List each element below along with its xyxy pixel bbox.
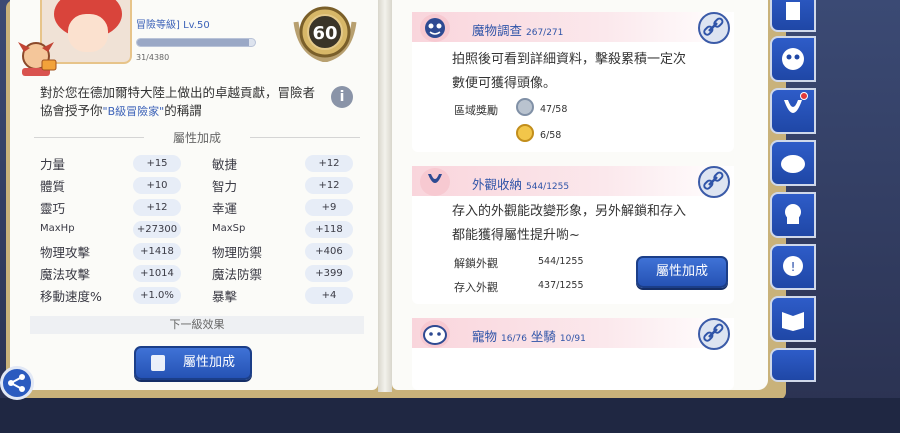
stat-value: +399 bbox=[305, 265, 353, 282]
stat-row: 力量 +15 敏捷 +12 bbox=[32, 152, 362, 174]
book-spine bbox=[378, 0, 392, 392]
pets-mounts-title: 寵物 16/76 坐騎 10/91 bbox=[472, 329, 586, 344]
stat-row: 魔法攻擊 +1014 魔法防禦 +399 bbox=[32, 262, 362, 284]
stat-value: +9 bbox=[305, 199, 353, 216]
rank-name: "B級冒險家" bbox=[102, 105, 165, 118]
region-reward-2: 6/58 bbox=[540, 130, 562, 141]
next-level-effect-heading: 下一級效果 bbox=[30, 316, 364, 334]
level-progress-bar bbox=[136, 38, 256, 47]
monster-survey-description: 拍照後可看到詳細資料，擊殺累積一定次 數便可獲得頭像。 bbox=[452, 52, 687, 91]
stat-name: 力量 bbox=[40, 157, 66, 172]
pet-icon bbox=[420, 320, 450, 348]
stat-name: 幸運 bbox=[212, 201, 238, 216]
stat-value: +27300 bbox=[133, 221, 181, 238]
svg-text:60: 60 bbox=[312, 23, 337, 44]
rank-description: 對於您在德加爾特大陸上做出的卓越貢獻，冒險者協會授予你"B級冒險家"的稱謂 bbox=[40, 85, 316, 118]
link-icon bbox=[703, 171, 724, 190]
share-icon bbox=[8, 374, 25, 392]
unlock-appearance-label: 解鎖外觀 bbox=[454, 257, 498, 270]
sidebar-tabs: ! bbox=[770, 0, 820, 395]
unlock-appearance-value: 544/1255 bbox=[538, 256, 584, 267]
stat-name: 敏捷 bbox=[212, 157, 238, 172]
monster-survey-link-button[interactable] bbox=[698, 12, 730, 44]
stat-name: 智力 bbox=[212, 179, 238, 194]
stat-name: 魔法防禦 bbox=[212, 267, 263, 282]
stat-value: +15 bbox=[133, 155, 181, 172]
sidebar-tab-more[interactable] bbox=[770, 348, 816, 382]
stat-name: 物理攻擊 bbox=[40, 245, 91, 260]
stat-value: +1418 bbox=[133, 243, 181, 260]
appearance-attribute-bonus-button[interactable]: 屬性加成 bbox=[636, 256, 728, 288]
adventure-level-title: 冒險等級] Lv.50 bbox=[136, 20, 210, 31]
stat-value: +12 bbox=[305, 177, 353, 194]
sidebar-tab-monster[interactable] bbox=[770, 36, 816, 82]
book-icon bbox=[150, 354, 165, 371]
attributes-heading: 屬性加成 bbox=[30, 129, 364, 146]
pets-mounts-card: 寵物 16/76 坐騎 10/91 bbox=[412, 318, 734, 390]
stat-value: +4 bbox=[305, 287, 353, 304]
stat-row: 物理攻擊 +1418 物理防禦 +406 bbox=[32, 240, 362, 262]
stat-name: 體質 bbox=[40, 179, 66, 194]
sidebar-tab-appearance[interactable] bbox=[770, 88, 816, 134]
link-icon bbox=[703, 323, 724, 342]
stat-value: +12 bbox=[305, 155, 353, 172]
stat-name: MaxSp bbox=[212, 223, 246, 234]
pet-icon bbox=[781, 155, 805, 173]
sidebar-tab-achievement[interactable]: ! bbox=[770, 244, 816, 290]
stat-name: MaxHp bbox=[40, 223, 75, 234]
book-icon bbox=[786, 2, 800, 20]
monster-survey-title: 魔物調查 267/271 bbox=[472, 23, 564, 38]
stat-name: 移動速度% bbox=[40, 289, 102, 304]
reward-silver-icon bbox=[516, 98, 534, 116]
pets-link-button[interactable] bbox=[698, 318, 730, 350]
stat-value: +1014 bbox=[133, 265, 181, 282]
rank-medal-icon: 60 bbox=[293, 6, 357, 62]
region-reward-label: 區域獎勵 bbox=[454, 104, 498, 117]
stat-name: 魔法攻擊 bbox=[40, 267, 91, 282]
store-appearance-value: 437/1255 bbox=[538, 280, 584, 291]
stat-row: MaxHp +27300 MaxSp +118 bbox=[32, 218, 362, 240]
stat-row: 移動速度% +1.0% 暴擊 +4 bbox=[32, 284, 362, 306]
sidebar-tab-cooking[interactable] bbox=[770, 192, 816, 238]
link-icon bbox=[703, 17, 724, 36]
stat-value: +1.0% bbox=[133, 287, 181, 304]
level-progress-text: 31/4380 bbox=[136, 53, 170, 62]
appearance-storage-title: 外觀收納 544/1255 bbox=[472, 177, 570, 192]
stat-value: +12 bbox=[133, 199, 181, 216]
reward-gold-icon bbox=[516, 124, 534, 142]
region-reward-1: 47/58 bbox=[540, 104, 568, 115]
sidebar-tab-adventure[interactable] bbox=[770, 0, 816, 32]
bottom-bar bbox=[0, 398, 900, 433]
open-book-icon bbox=[782, 312, 804, 331]
sidebar-tab-pets[interactable] bbox=[770, 140, 816, 186]
appearance-storage-card: 外觀收納 544/1255 存入的外觀能改變形象，另外解鎖和存入 都能獲得屬性提升… bbox=[412, 166, 734, 304]
stat-value: +10 bbox=[133, 177, 181, 194]
appearance-icon bbox=[420, 168, 450, 196]
mascot-icon bbox=[18, 42, 57, 76]
stat-row: 靈巧 +12 幸運 +9 bbox=[32, 196, 362, 218]
share-button[interactable] bbox=[0, 366, 34, 400]
notification-dot bbox=[800, 92, 808, 100]
stat-name: 靈巧 bbox=[40, 201, 66, 216]
svg-text:!: ! bbox=[791, 260, 796, 274]
monster-survey-card: 魔物調查 267/271 拍照後可看到詳細資料，擊殺累積一定次 數便可獲得頭像。 … bbox=[412, 12, 734, 152]
sidebar-tab-cards[interactable] bbox=[770, 296, 816, 342]
appearance-link-button[interactable] bbox=[698, 166, 730, 198]
store-appearance-label: 存入外觀 bbox=[454, 281, 498, 294]
stat-row: 體質 +10 智力 +12 bbox=[32, 174, 362, 196]
monster-icon bbox=[782, 48, 804, 70]
achievement-icon: ! bbox=[783, 256, 803, 276]
stat-value: +118 bbox=[305, 221, 353, 238]
chef-hat-icon bbox=[785, 204, 801, 224]
info-icon[interactable]: i bbox=[331, 86, 353, 108]
stat-value: +406 bbox=[305, 243, 353, 260]
monster-icon bbox=[420, 14, 450, 42]
stat-name: 物理防禦 bbox=[212, 245, 263, 260]
stat-name: 暴擊 bbox=[212, 289, 238, 304]
attribute-bonus-button[interactable]: 屬性加成 bbox=[134, 346, 252, 380]
appearance-description: 存入的外觀能改變形象，另外解鎖和存入 都能獲得屬性提升喲~ bbox=[452, 204, 687, 243]
